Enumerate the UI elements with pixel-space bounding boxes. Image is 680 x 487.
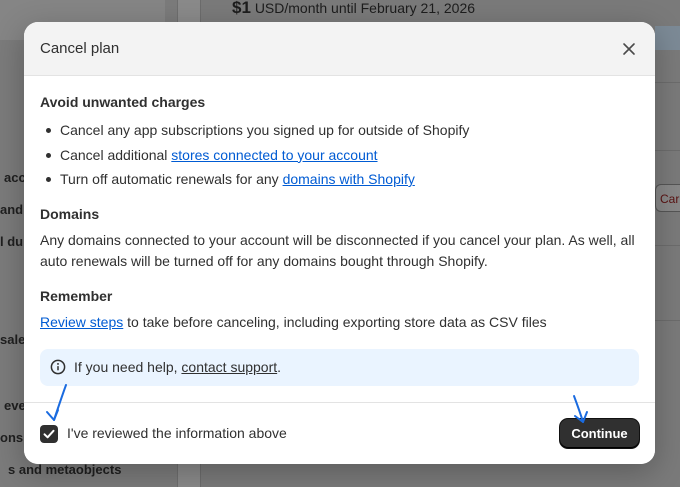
domains-with-shopify-link[interactable]: domains with Shopify (283, 171, 415, 187)
background-divider (655, 245, 680, 246)
background-nav-text: l du (0, 234, 24, 249)
modal-header: Cancel plan (24, 22, 655, 76)
background-banner-edge (655, 26, 680, 50)
background-nav-text: and (0, 202, 24, 217)
background-divider (655, 320, 680, 321)
help-banner: If you need help, contact support. (40, 348, 639, 386)
list-item: Cancel additional stores connected to yo… (40, 143, 639, 168)
contact-support-link[interactable]: contact support (181, 359, 277, 375)
cancel-plan-modal: Cancel plan Avoid unwanted charges Cance… (24, 22, 655, 464)
banner-suffix: . (277, 359, 282, 375)
modal-body: Avoid unwanted charges Cancel any app su… (24, 76, 655, 386)
background-nav-text: eve (4, 398, 26, 413)
background-nav-text: s and metaobjects (8, 462, 122, 477)
section-title-domains: Domains (40, 205, 100, 222)
review-steps-link[interactable]: Review steps (40, 314, 123, 330)
checkmark-icon (43, 429, 55, 439)
annotation-arrow-continue (573, 395, 588, 423)
background-divider (655, 82, 680, 83)
modal-footer: I've reviewed the information above Cont… (24, 402, 655, 464)
reviewed-checkbox-label[interactable]: I've reviewed the information above (67, 425, 287, 441)
background-nav-text: sale (0, 332, 26, 347)
background-price: $1 USD/month until February 21, 2026 (232, 0, 475, 18)
list-item-text: Cancel additional (60, 146, 172, 163)
background-nav-text: ons (0, 430, 24, 445)
list-item: Turn off automatic renewals for any doma… (40, 167, 639, 192)
banner-text: If you need help, (74, 359, 178, 375)
section-title-charges: Avoid unwanted charges (40, 94, 206, 110)
close-button[interactable] (619, 39, 639, 59)
stores-connected-link[interactable]: stores connected to your account (171, 147, 377, 163)
background-divider (655, 150, 680, 151)
list-item: Cancel any app subscriptions you signed … (40, 118, 639, 143)
domains-description: Any domains connected to your account wi… (40, 231, 635, 269)
info-icon (50, 359, 66, 375)
background-cancel-button: Car (655, 184, 680, 212)
list-item-text: Cancel any app subscriptions you signed … (60, 122, 470, 138)
background-nav-text: acc (4, 170, 26, 185)
background-cancel-label: Car (660, 192, 680, 206)
remember-description: Review steps to take before canceling, i… (40, 312, 639, 333)
background-price-suffix: USD/month until February 21, 2026 (254, 0, 476, 16)
section-title-remember: Remember (40, 287, 113, 304)
background-price-amount: $1 (232, 0, 251, 17)
close-icon (623, 43, 635, 55)
list-item-text: Turn off automatic renewals for any (60, 171, 283, 187)
charges-list: Cancel any app subscriptions you signed … (40, 118, 639, 192)
remember-text: to take before canceling, including expo… (123, 313, 547, 330)
modal-title: Cancel plan (40, 40, 120, 57)
annotation-arrow-checkbox (46, 384, 67, 421)
reviewed-checkbox[interactable] (40, 425, 58, 443)
